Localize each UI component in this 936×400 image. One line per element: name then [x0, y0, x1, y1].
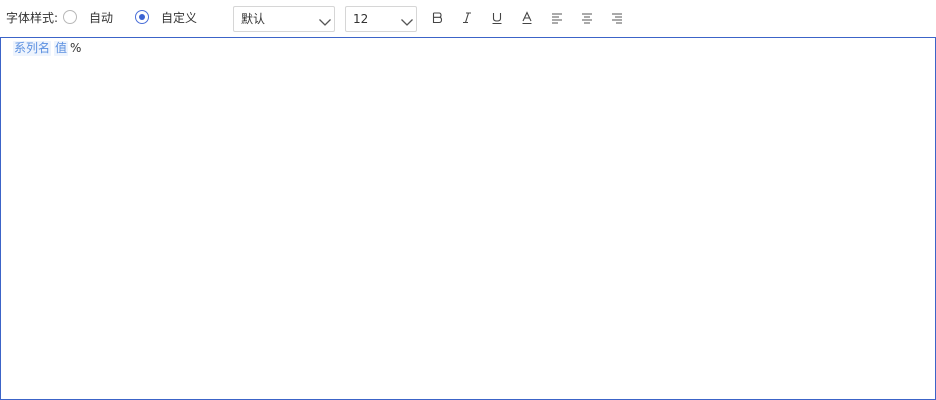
bold-icon[interactable] [429, 10, 445, 26]
font-style-label: 字体样式: [6, 11, 59, 25]
label-style-editor: 字体样式: 自动 自定义 默认 12 系列名 值 % [0, 0, 936, 400]
align-center-icon[interactable] [579, 10, 595, 26]
radio-custom-label[interactable]: 自定义 [161, 11, 197, 25]
italic-icon[interactable] [459, 10, 475, 26]
font-size-select[interactable]: 12 [345, 6, 417, 32]
editor-content-line: 系列名值% [13, 41, 81, 56]
align-left-icon[interactable] [549, 10, 565, 26]
radio-auto-label[interactable]: 自动 [89, 11, 113, 25]
chevron-down-icon [400, 13, 414, 26]
font-size-value: 12 [353, 12, 369, 26]
radio-custom[interactable] [135, 10, 149, 24]
series-name-tag[interactable]: 系列名 [13, 41, 52, 56]
font-family-select[interactable]: 默认 [233, 6, 335, 32]
label-content-editor[interactable]: 系列名值% [0, 37, 936, 400]
format-toolbar: 字体样式: 自动 自定义 默认 12 [0, 0, 936, 36]
percent-text: % [70, 41, 82, 55]
font-family-value: 默认 [241, 12, 266, 26]
underline-icon[interactable] [489, 10, 505, 26]
value-tag[interactable]: 值 [54, 41, 69, 56]
align-right-icon[interactable] [609, 10, 625, 26]
font-color-icon[interactable] [519, 10, 535, 26]
radio-auto[interactable] [63, 10, 77, 24]
chevron-down-icon [318, 13, 332, 26]
